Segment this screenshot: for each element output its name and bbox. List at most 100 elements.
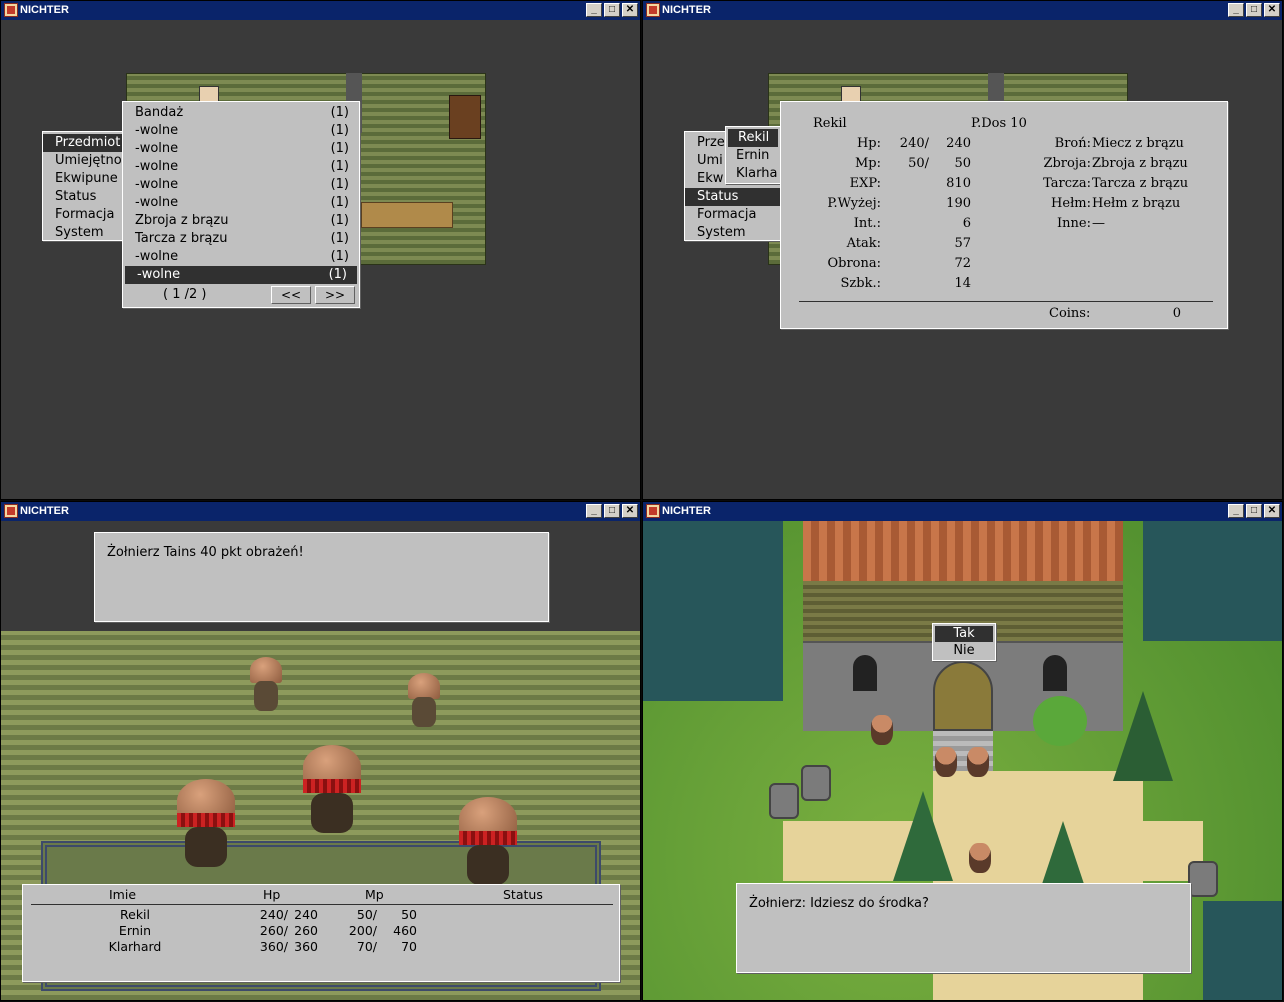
ally-sprite bbox=[404, 673, 444, 729]
app-icon bbox=[646, 504, 660, 518]
party-member-klarhard[interactable]: Klarha bbox=[726, 165, 780, 183]
menu-item-status[interactable]: Status bbox=[43, 188, 133, 206]
item-count: (1) bbox=[330, 231, 349, 246]
inventory-item-selected[interactable]: -wolne (1) bbox=[125, 266, 357, 284]
enemy-soldier-sprite[interactable] bbox=[457, 797, 519, 887]
inventory-item[interactable]: -wolne (1) bbox=[123, 176, 359, 194]
game-viewport: Przedmiot Umiejętno Ekwipune Status Form… bbox=[1, 20, 640, 499]
inventory-item[interactable]: -wolne (1) bbox=[123, 158, 359, 176]
skill-points: P.Dos 10 bbox=[971, 116, 1027, 131]
game-viewport: Prze Umi Ekw Status Formacja System Reki… bbox=[643, 20, 1282, 499]
titlebar[interactable]: NICHTER _ □ ✕ bbox=[1, 1, 640, 20]
window-status: NICHTER _ □ ✕ Prze Umi Ekw Status Formac… bbox=[642, 0, 1283, 500]
maximize-button[interactable]: □ bbox=[1246, 3, 1262, 17]
minimize-button[interactable]: _ bbox=[1228, 504, 1244, 518]
inventory-item[interactable]: -wolne (1) bbox=[123, 248, 359, 266]
minimize-button[interactable]: _ bbox=[586, 3, 602, 17]
party-member-ernin[interactable]: Ernin bbox=[726, 147, 780, 165]
item-name: -wolne bbox=[135, 195, 179, 210]
stat-value: 810 bbox=[946, 176, 971, 191]
window-title: NICHTER bbox=[662, 505, 711, 517]
soldier-npc[interactable] bbox=[871, 715, 893, 745]
menu-item-system[interactable]: System bbox=[43, 224, 133, 242]
roof bbox=[803, 521, 1123, 581]
col-header-name: Imie bbox=[109, 887, 137, 902]
stat-value: 190 bbox=[946, 196, 971, 211]
item-name: -wolne bbox=[137, 267, 181, 282]
hp-current: 240/ bbox=[259, 907, 288, 922]
item-name: -wolne bbox=[135, 141, 179, 156]
menu-item-formation[interactable]: Formacja bbox=[685, 206, 783, 224]
water-left bbox=[643, 521, 783, 701]
menu-item-status[interactable]: Status bbox=[685, 188, 783, 206]
minimize-button[interactable]: _ bbox=[1228, 3, 1244, 17]
menu-item-system[interactable]: System bbox=[685, 224, 783, 242]
menu-item-skills[interactable]: Umiejętno bbox=[43, 152, 133, 170]
inventory-item[interactable]: Bandaż (1) bbox=[123, 104, 359, 122]
inventory-panel: Bandaż (1) -wolne (1) -wolne (1) -wolne (1) … bbox=[122, 101, 360, 308]
divider bbox=[799, 301, 1213, 302]
barrel bbox=[801, 765, 831, 801]
battle-message: Żołnierz Tains 40 pkt obrażeń! bbox=[107, 545, 304, 560]
minimize-button[interactable]: _ bbox=[586, 504, 602, 518]
enemy-soldier-sprite[interactable] bbox=[301, 745, 363, 835]
party-member-rekil[interactable]: Rekil bbox=[728, 129, 778, 147]
close-button[interactable]: ✕ bbox=[1264, 3, 1280, 17]
menu-item-formation[interactable]: Formacja bbox=[43, 206, 133, 224]
maximize-button[interactable]: □ bbox=[604, 504, 620, 518]
titlebar[interactable]: NICHTER _ □ ✕ bbox=[643, 1, 1282, 20]
inventory-item[interactable]: -wolne (1) bbox=[123, 140, 359, 158]
item-count: (1) bbox=[330, 195, 349, 210]
mp-max: 460 bbox=[393, 923, 417, 938]
coins-value: 0 bbox=[1172, 306, 1181, 321]
close-button[interactable]: ✕ bbox=[622, 504, 638, 518]
item-count: (1) bbox=[330, 213, 349, 228]
inventory-item[interactable]: -wolne (1) bbox=[123, 194, 359, 212]
equip-value: Miecz z brązu bbox=[1092, 136, 1184, 151]
prev-page-button[interactable]: << bbox=[271, 286, 311, 304]
pine-tree bbox=[893, 791, 953, 881]
choice-no[interactable]: Nie bbox=[935, 643, 993, 659]
app-icon bbox=[646, 3, 660, 17]
stat-value-cur: 50/ bbox=[908, 156, 929, 171]
window-title: NICHTER bbox=[662, 4, 711, 16]
equip-value: Zbroja z brązu bbox=[1092, 156, 1188, 171]
soldier-npc[interactable] bbox=[935, 747, 957, 777]
window-battle: NICHTER _ □ ✕ Żołnierz Tains 40 pkt obra… bbox=[0, 501, 641, 1001]
equip-value: Tarcza z brązu bbox=[1092, 176, 1189, 191]
house-door[interactable] bbox=[933, 661, 993, 731]
soldier-npc[interactable] bbox=[967, 747, 989, 777]
item-count: (1) bbox=[330, 177, 349, 192]
stat-value: 6 bbox=[962, 216, 971, 231]
menu-item-equipment[interactable]: Ekwipune bbox=[43, 170, 133, 188]
barrel bbox=[1188, 861, 1218, 897]
mp-current: 50/ bbox=[356, 907, 377, 922]
enemy-soldier-sprite[interactable] bbox=[175, 779, 237, 869]
maximize-button[interactable]: □ bbox=[604, 3, 620, 17]
equip-label: Tarcza: bbox=[1043, 176, 1091, 191]
close-button[interactable]: ✕ bbox=[1264, 504, 1280, 518]
equip-label: Zbroja: bbox=[1043, 156, 1091, 171]
stat-label: Hp: bbox=[856, 136, 881, 151]
inventory-item[interactable]: -wolne (1) bbox=[123, 122, 359, 140]
stat-value: 14 bbox=[954, 276, 971, 291]
equip-value: Hełm z brązu bbox=[1092, 196, 1181, 211]
choice-yes[interactable]: Tak bbox=[935, 626, 993, 642]
stat-label: Szbk.: bbox=[840, 276, 881, 291]
item-count: (1) bbox=[330, 141, 349, 156]
titlebar[interactable]: NICHTER _ □ ✕ bbox=[1, 502, 640, 521]
inventory-item[interactable]: Zbroja z brązu (1) bbox=[123, 212, 359, 230]
item-count: (1) bbox=[328, 267, 347, 282]
close-button[interactable]: ✕ bbox=[622, 3, 638, 17]
next-page-button[interactable]: >> bbox=[315, 286, 355, 304]
titlebar[interactable]: NICHTER _ □ ✕ bbox=[643, 502, 1282, 521]
party-row: Rekil 240/ 240 50/ 50 bbox=[23, 907, 619, 923]
mp-current: 200/ bbox=[348, 923, 377, 938]
party-row: Klarhard 360/ 360 70/ 70 bbox=[23, 939, 619, 955]
inventory-item[interactable]: Tarcza z brązu (1) bbox=[123, 230, 359, 248]
menu-item-items[interactable]: Przedmiot bbox=[43, 134, 133, 152]
item-count: (1) bbox=[330, 249, 349, 264]
member-name: Klarhard bbox=[108, 939, 162, 954]
equip-value: — bbox=[1092, 216, 1105, 231]
maximize-button[interactable]: □ bbox=[1246, 504, 1262, 518]
